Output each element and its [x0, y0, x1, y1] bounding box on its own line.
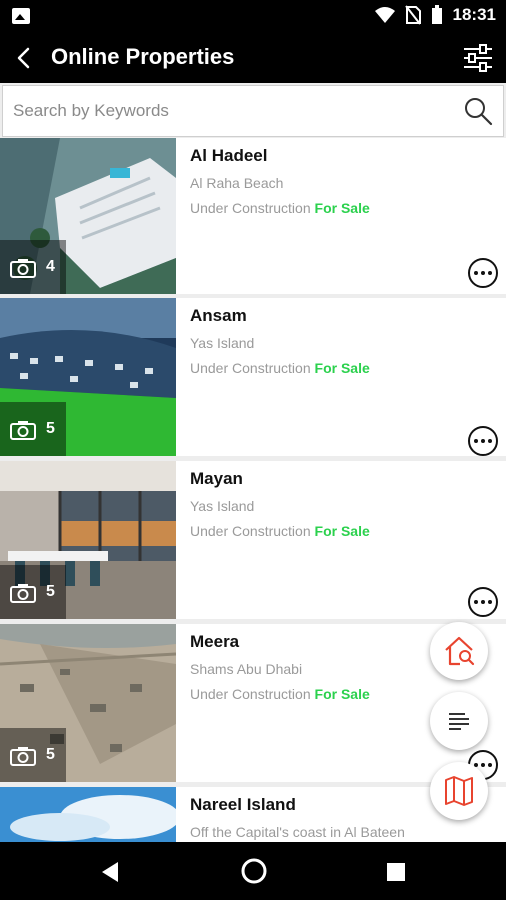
page-title: Online Properties: [51, 44, 235, 69]
property-name: Mayan: [190, 469, 243, 488]
image-notification-icon: [12, 8, 30, 24]
list-icon: [449, 713, 469, 730]
property-card-mayan[interactable]: 5 Mayan Yas Island Under Construction Fo…: [0, 461, 506, 619]
property-location: Al Raha Beach: [190, 175, 284, 191]
search-input[interactable]: [13, 96, 453, 126]
property-name: Meera: [190, 632, 240, 651]
system-nav-bar: [0, 842, 506, 900]
photo-count-badge: 5: [0, 565, 66, 619]
camera-icon: [10, 421, 36, 440]
filter-sliders-icon[interactable]: [462, 43, 494, 73]
property-thumbnail[interactable]: [0, 787, 176, 842]
photo-count-badge: 5: [0, 728, 66, 782]
construction-status: Under Construction: [190, 200, 311, 216]
no-sim-icon: [404, 5, 421, 25]
search-property-fab[interactable]: [430, 622, 488, 680]
property-name: Ansam: [190, 306, 247, 325]
property-status: Under Construction For Sale: [190, 523, 370, 539]
sale-badge: For Sale: [314, 360, 370, 376]
property-card-ansam[interactable]: 5 Ansam Yas Island Under Construction Fo…: [0, 298, 506, 456]
map-view-fab[interactable]: [430, 762, 488, 820]
property-status: Under Construction For Sale: [190, 686, 370, 702]
map-icon: [445, 776, 473, 806]
nav-home-icon[interactable]: [240, 857, 268, 885]
photo-count-badge: 4: [0, 240, 66, 294]
list-view-fab[interactable]: [430, 692, 488, 750]
clock: 18:31: [452, 5, 496, 24]
photo-count: 5: [46, 583, 55, 600]
photo-count: 4: [46, 258, 55, 275]
search-bar: [2, 85, 504, 137]
search-icon[interactable]: [463, 96, 493, 126]
sale-badge: For Sale: [314, 200, 370, 216]
property-status: Under Construction For Sale: [190, 360, 370, 376]
property-location: Yas Island: [190, 498, 255, 514]
construction-status: Under Construction: [190, 360, 311, 376]
property-card-al-hadeel[interactable]: 4 Al Hadeel Al Raha Beach Under Construc…: [0, 138, 506, 294]
sale-badge: For Sale: [314, 523, 370, 539]
more-options-button[interactable]: [468, 587, 498, 617]
camera-icon: [10, 584, 36, 603]
sale-badge: For Sale: [314, 686, 370, 702]
more-options-button[interactable]: [468, 258, 498, 288]
nav-back-icon[interactable]: [100, 861, 120, 883]
property-location: Off the Capital's coast in Al Bateen: [190, 824, 405, 840]
property-name: Al Hadeel: [190, 146, 268, 165]
property-thumbnail[interactable]: 5: [0, 461, 176, 619]
property-status: Under Construction For Sale: [190, 200, 370, 216]
nav-recents-icon[interactable]: [387, 863, 405, 881]
property-thumbnail[interactable]: 5: [0, 298, 176, 456]
status-bar: 18:31: [0, 0, 506, 33]
property-thumbnail[interactable]: 4: [0, 138, 176, 294]
photo-count: 5: [46, 746, 55, 763]
property-name: Nareel Island: [190, 795, 296, 814]
camera-icon: [10, 259, 36, 278]
wifi-icon: [374, 7, 395, 23]
construction-status: Under Construction: [190, 686, 311, 702]
construction-status: Under Construction: [190, 523, 311, 539]
photo-count: 5: [46, 420, 55, 437]
property-thumbnail[interactable]: 5: [0, 624, 176, 782]
battery-icon: [431, 5, 442, 24]
camera-icon: [10, 747, 36, 766]
back-arrow-icon[interactable]: [10, 41, 42, 75]
home-search-icon: [445, 636, 475, 666]
property-location: Yas Island: [190, 335, 255, 351]
app-bar: Online Properties: [0, 33, 506, 83]
property-location: Shams Abu Dhabi: [190, 661, 303, 677]
more-options-button[interactable]: [468, 426, 498, 456]
photo-count-badge: 5: [0, 402, 66, 456]
